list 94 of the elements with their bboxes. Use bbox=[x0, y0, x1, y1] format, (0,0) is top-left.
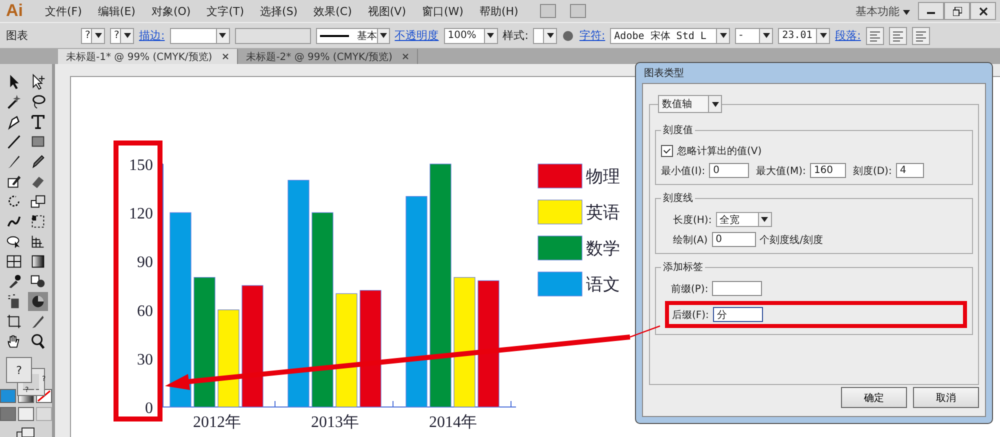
caret-icon bbox=[380, 33, 387, 38]
font-size-field[interactable]: 23.01 bbox=[778, 28, 830, 44]
group-title: 刻度线 bbox=[662, 192, 694, 205]
menu-item[interactable]: 文件(F) bbox=[37, 4, 90, 18]
fill-swatch[interactable]: ? bbox=[6, 357, 32, 383]
font-style-dropdown[interactable]: - bbox=[735, 28, 774, 44]
draw-normal-icon[interactable] bbox=[0, 407, 16, 422]
close-icon bbox=[978, 6, 988, 16]
opacity-link[interactable]: 不透明度 bbox=[394, 28, 439, 43]
caret-icon bbox=[712, 102, 718, 106]
menu-item[interactable]: 编辑(E) bbox=[90, 4, 144, 18]
category-label: 2014年 bbox=[429, 414, 477, 431]
workspace-switcher[interactable]: 基本功能 bbox=[856, 4, 910, 18]
close-button[interactable] bbox=[970, 2, 996, 20]
menu-item[interactable]: 帮助(H) bbox=[471, 4, 526, 18]
menu-item[interactable]: 选择(S) bbox=[252, 4, 306, 18]
field-label: 后缀(F): bbox=[672, 308, 709, 322]
input-field[interactable]: 分 bbox=[712, 307, 763, 322]
field-unit: 个刻度线/刻度 bbox=[760, 234, 824, 246]
legend-label: 物理 bbox=[586, 167, 620, 187]
character-link[interactable]: 字符: bbox=[579, 28, 606, 43]
align-icon[interactable] bbox=[866, 26, 884, 44]
graph-dropdown[interactable]: ? bbox=[110, 28, 134, 44]
font-dropdown[interactable]: Adobe 宋体 Std L bbox=[610, 28, 730, 44]
close-icon[interactable] bbox=[402, 53, 410, 60]
color-mode-icon[interactable] bbox=[0, 389, 16, 404]
checkbox-label: 忽略计算出的值(V) bbox=[677, 144, 762, 158]
caret-icon bbox=[124, 33, 130, 38]
menu-item[interactable]: 文字(T) bbox=[198, 4, 252, 18]
menu-item[interactable]: 效果(C) bbox=[306, 4, 360, 18]
caret-icon bbox=[903, 10, 910, 14]
input-field[interactable]: 160 bbox=[810, 163, 846, 178]
field-label: 前缀(P): bbox=[671, 282, 708, 296]
field-label: 绘制(A) bbox=[673, 234, 708, 246]
caret-icon bbox=[820, 33, 827, 38]
axis-label: 30 bbox=[137, 351, 153, 368]
opacity-field[interactable]: 100% bbox=[444, 28, 498, 44]
length-dropdown[interactable]: 全宽 bbox=[716, 212, 772, 227]
checkbox[interactable] bbox=[661, 145, 673, 157]
recolor-icon[interactable] bbox=[562, 30, 574, 42]
graph-dropdown[interactable]: ? bbox=[81, 28, 105, 44]
align-icon[interactable] bbox=[888, 26, 907, 44]
axis-dropdown[interactable]: 数值轴 bbox=[658, 95, 722, 113]
app-logo: Ai bbox=[6, 1, 23, 21]
group-title: 添加标签 bbox=[662, 260, 704, 274]
axis-label: 120 bbox=[129, 206, 153, 223]
stroke-weight-field[interactable] bbox=[170, 28, 230, 44]
restore-button[interactable] bbox=[944, 2, 970, 20]
menu-item[interactable]: 窗口(W) bbox=[414, 4, 472, 18]
caret-icon bbox=[761, 217, 768, 222]
caret-icon bbox=[487, 33, 494, 38]
caret-icon bbox=[720, 33, 727, 38]
brush-dropdown[interactable]: 基本 bbox=[316, 28, 390, 44]
axis-label: 90 bbox=[137, 254, 153, 272]
menu-item[interactable]: 视图(V) bbox=[360, 4, 414, 18]
input-field[interactable] bbox=[712, 281, 762, 296]
axis-label: 0 bbox=[145, 400, 153, 417]
field-label: 刻度(D): bbox=[852, 164, 892, 178]
legend-label: 语文 bbox=[586, 275, 620, 295]
style-label: 样式: bbox=[502, 28, 528, 43]
caret-icon bbox=[219, 33, 226, 38]
menu-item[interactable]: 对象(O) bbox=[143, 4, 199, 18]
draw-behind-icon[interactable] bbox=[18, 407, 34, 422]
caret-icon bbox=[94, 33, 102, 38]
document-tab[interactable]: 未标题-1* @ 99% (CMYK/预览) bbox=[58, 49, 238, 64]
stroke-link[interactable]: 描边: bbox=[139, 28, 165, 43]
selection-label: 图表 bbox=[6, 28, 29, 43]
field-label: 长度(H): bbox=[673, 214, 712, 226]
legend-label: 英语 bbox=[586, 203, 620, 223]
dialog-button[interactable]: 确定 bbox=[841, 387, 907, 408]
input-field[interactable]: 4 bbox=[896, 163, 924, 178]
paragraph-link[interactable]: 段落: bbox=[835, 28, 861, 43]
align-icon[interactable] bbox=[912, 26, 930, 44]
stroke-line-icon bbox=[320, 34, 349, 38]
minimize-button[interactable] bbox=[918, 2, 944, 20]
caret-icon bbox=[762, 33, 770, 38]
caret-icon bbox=[546, 33, 554, 38]
group-title: 刻度值 bbox=[662, 124, 694, 137]
category-label: 2012年 bbox=[193, 414, 241, 431]
axis-label: 60 bbox=[137, 302, 153, 320]
dialog-button[interactable]: 取消 bbox=[913, 387, 979, 408]
screen-mode-icon[interactable] bbox=[16, 427, 36, 437]
field-label: 最大值(M): bbox=[756, 164, 806, 178]
dialog-title: 图表类型 bbox=[643, 66, 685, 81]
close-icon[interactable] bbox=[222, 53, 230, 60]
category-label: 2013年 bbox=[311, 414, 359, 431]
axis-label: 150 bbox=[129, 157, 153, 174]
input-field[interactable]: 0 bbox=[712, 232, 756, 247]
input-field[interactable]: 0 bbox=[709, 163, 750, 178]
restore-icon bbox=[952, 6, 962, 16]
pie-chart-icon[interactable] bbox=[28, 292, 48, 311]
field-label: 最小值(I): bbox=[661, 164, 706, 178]
legend-label: 数学 bbox=[586, 239, 620, 259]
style-dropdown[interactable] bbox=[533, 28, 558, 44]
